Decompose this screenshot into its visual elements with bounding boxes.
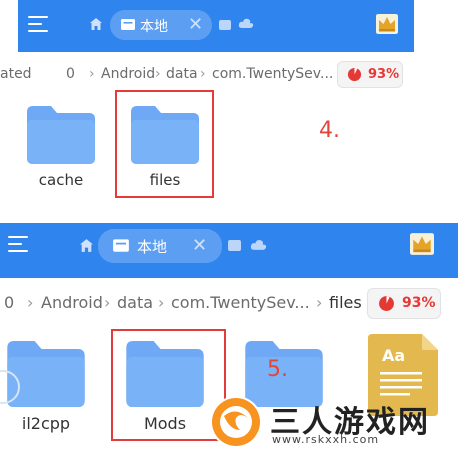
close-icon[interactable]: ✕ [188,16,203,34]
breadcrumb-separator: › [104,293,111,312]
breadcrumb-item[interactable]: ated [0,66,32,82]
cloud-icon[interactable] [238,17,254,29]
storage-indicator[interactable]: 93% [367,288,441,319]
top-app-bar-1 [18,0,414,52]
watermark-logo [210,396,262,448]
breadcrumb-separator: › [158,293,165,312]
breadcrumb-item[interactable]: 0 [66,66,75,82]
cloud-icon[interactable] [250,238,267,251]
pie-chart-icon [347,67,362,82]
crown-icon[interactable] [376,14,398,34]
breadcrumb-item[interactable]: files [329,293,362,312]
pie-chart-icon [379,296,394,311]
chat-icon[interactable] [228,240,241,251]
menu-icon[interactable] [8,236,30,252]
tab-label: 本地 [140,19,168,35]
breadcrumb-item[interactable]: com.TwentySev... [171,293,310,312]
breadcrumb-separator: › [200,66,206,82]
folder-label: il2cpp [21,414,71,433]
highlight-box [115,90,214,198]
folder-tab-icon [113,239,129,252]
breadcrumb-separator: › [89,66,95,82]
storage-percent: 93% [368,67,400,82]
watermark-url: www.rskxxh.com [272,433,380,446]
storage-indicator[interactable]: 93% [337,61,403,88]
breadcrumb-item[interactable]: Android [101,66,155,82]
breadcrumb-separator: › [27,293,34,312]
watermark: 三人游戏网 www.rskxxh.com [206,392,458,451]
breadcrumb-item[interactable]: Android [41,293,103,312]
tab-label: 本地 [137,238,168,256]
step-label: 4. [319,118,340,143]
breadcrumb-separator: › [155,66,161,82]
folder-label: cache [38,171,84,189]
folder-icon[interactable] [27,106,95,164]
breadcrumb-item[interactable]: data [166,66,198,82]
breadcrumb-item[interactable]: 0 [4,293,14,312]
breadcrumb-item[interactable]: com.TwentySev... [212,66,333,82]
menu-icon[interactable] [28,16,50,32]
breadcrumb-separator: › [316,293,323,312]
step-label: 5. [267,357,288,382]
document-label: Aa [382,346,406,365]
home-icon[interactable] [79,238,94,253]
storage-percent: 93% [402,295,436,311]
tab-local[interactable]: 本地 ✕ [98,229,222,263]
crown-icon[interactable] [410,233,434,255]
folder-icon[interactable] [6,341,86,407]
close-icon[interactable]: ✕ [192,237,207,255]
chat-icon[interactable] [219,20,231,30]
folder-tab-icon [121,19,135,30]
breadcrumb-item[interactable]: data [117,293,153,312]
home-icon[interactable] [89,17,103,31]
tab-local[interactable]: 本地 ✕ [110,10,212,40]
